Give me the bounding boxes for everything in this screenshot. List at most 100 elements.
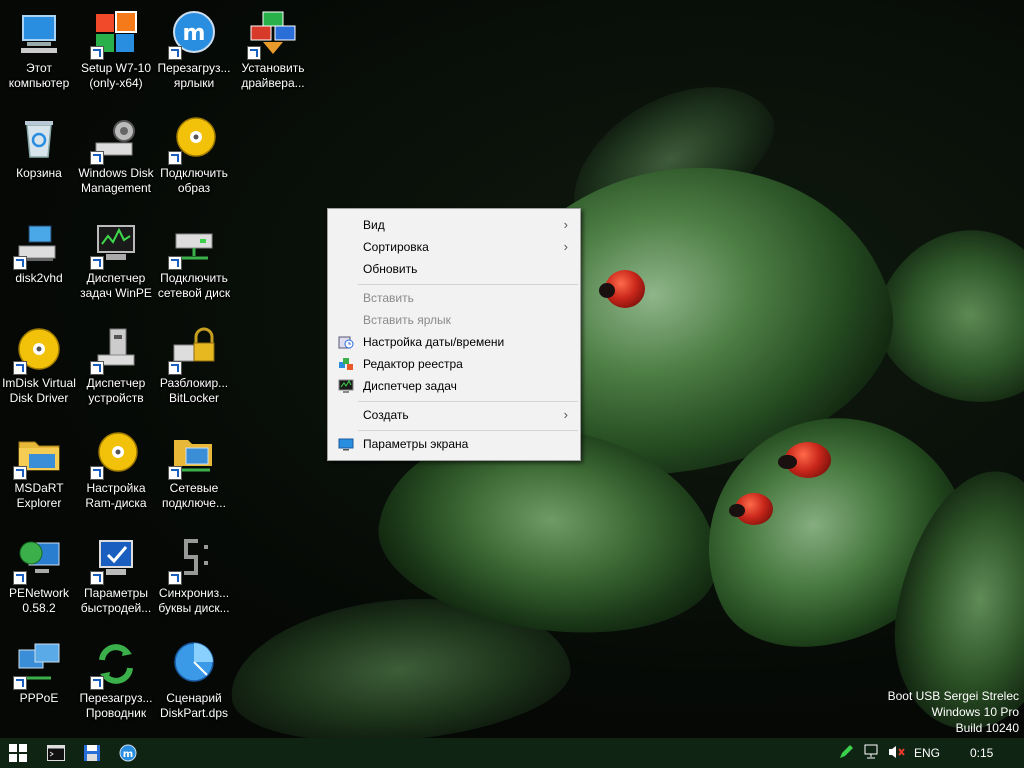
shortcut-arrow-icon	[247, 46, 261, 60]
menu-item-paste[interactable]: Вставить	[330, 287, 578, 309]
menu-item-label: Вставить ярлык	[363, 313, 451, 327]
desktop-icon-setup-w7-10[interactable]: Setup W7-10 (only-x64)	[77, 10, 155, 91]
desktop-icon-imdisk[interactable]: ImDisk Virtual Disk Driver	[0, 325, 78, 406]
display-icon	[338, 438, 354, 451]
start-button[interactable]	[0, 738, 36, 768]
desktop-icon-refresh-shortcuts[interactable]: m Перезагруз... ярлыки	[155, 10, 233, 91]
menu-separator	[358, 284, 578, 285]
shortcut-arrow-icon	[90, 46, 104, 60]
desktop-icon-disk-management[interactable]: Windows Disk Management	[77, 115, 155, 196]
shortcut-arrow-icon	[13, 466, 27, 480]
watermark-line: Build 10240	[955, 721, 1019, 735]
pen-icon	[840, 745, 853, 758]
desktop-icon-label: ImDisk Virtual Disk Driver	[2, 376, 76, 405]
menu-item-view[interactable]: Вид ›	[330, 214, 578, 236]
desktop-icon-label: Подключить сетевой диск	[157, 271, 231, 300]
desktop-icon-sync-drive-letters[interactable]: Синхрониз... буквы диск...	[155, 535, 233, 616]
windows-logo-icon	[9, 744, 27, 762]
desktop-icon-restart-explorer[interactable]: Перезагруз... Проводник	[77, 640, 155, 721]
shortcut-arrow-icon	[168, 571, 182, 585]
desktop-icon-label: Разблокир... BitLocker	[159, 376, 229, 405]
desktop-icon-bitlocker-unlock[interactable]: Разблокир... BitLocker	[155, 325, 233, 406]
desktop-icon-diskpart-script[interactable]: Сценарий DiskPart.dps	[155, 640, 233, 721]
desktop-icon-label: Параметры быстродей...	[80, 586, 152, 615]
chevron-right-icon: ›	[563, 239, 568, 254]
recycle-bin-icon	[25, 121, 53, 158]
menu-item-label: Вставить	[363, 291, 414, 305]
menu-item-sort[interactable]: Сортировка ›	[330, 236, 578, 258]
desktop-icon-device-manager[interactable]: Диспетчер устройств	[77, 325, 155, 406]
build-watermark: Boot USB Sergei Strelec Windows 10 Pro B…	[888, 688, 1019, 736]
task-manager-icon	[338, 379, 354, 393]
computer-icon	[21, 15, 57, 53]
shortcut-arrow-icon	[168, 466, 182, 480]
desktop-icon-install-drivers[interactable]: Установить драйвера...	[234, 10, 312, 91]
watermark-line: Boot USB Sergei Strelec	[887, 689, 1019, 703]
desktop-icon-ramdisk-settings[interactable]: Настройка Ram-диска	[77, 430, 155, 511]
desktop-icon-label: Подключить образ	[160, 166, 228, 195]
desktop-icon-msdart-explorer[interactable]: MSDaRT Explorer	[0, 430, 78, 511]
datetime-icon	[338, 336, 354, 349]
shortcut-arrow-icon	[13, 676, 27, 690]
shortcut-arrow-icon	[168, 46, 182, 60]
taskbar-save-button[interactable]	[74, 738, 110, 768]
tray-volume-icon-wrap[interactable]	[888, 744, 906, 762]
desktop-icon-recycle-bin[interactable]: Корзина	[0, 115, 78, 181]
menu-item-paste-shortcut[interactable]: Вставить ярлык	[330, 309, 578, 331]
network-icon	[864, 744, 878, 759]
desktop-icon-label: Настройка Ram-диска	[85, 481, 147, 510]
shortcut-arrow-icon	[90, 361, 104, 375]
save-icon	[84, 745, 100, 761]
taskbar-clock[interactable]: 0:15	[970, 738, 993, 768]
shortcut-arrow-icon	[168, 361, 182, 375]
tray-pen-icon-wrap[interactable]	[838, 744, 854, 762]
desktop-icon-label: Синхрониз... буквы диск...	[158, 586, 230, 615]
ladybug	[599, 270, 645, 308]
cmd-icon	[47, 745, 65, 761]
menu-item-label: Создать	[363, 408, 409, 422]
chevron-right-icon: ›	[563, 217, 568, 232]
taskbar-mobaxterm-button[interactable]: m	[110, 738, 146, 768]
shortcut-arrow-icon	[13, 256, 27, 270]
desktop-icon-task-manager-winpe[interactable]: Диспетчер задач WinPE	[77, 220, 155, 301]
taskbar: m ENG 0:15	[0, 738, 1024, 768]
shortcut-arrow-icon	[90, 571, 104, 585]
language-indicator[interactable]: ENG	[914, 738, 940, 768]
shortcut-arrow-icon	[13, 571, 27, 585]
desktop-icon-label: disk2vhd	[15, 271, 63, 285]
desktop-icon-pppoe[interactable]: PPPoE	[0, 640, 78, 706]
menu-item-label: Настройка даты/времени	[363, 335, 505, 349]
svg-text:m: m	[183, 21, 206, 46]
tray-network-icon-wrap[interactable]	[864, 744, 882, 762]
desktop-icon-label: Этот компьютер	[8, 61, 70, 90]
menu-item-label: Диспетчер задач	[363, 379, 457, 393]
menu-item-task-manager[interactable]: Диспетчер задач	[330, 375, 578, 397]
shortcut-arrow-icon	[90, 151, 104, 165]
chevron-right-icon: ›	[563, 407, 568, 422]
ladybug	[778, 442, 831, 478]
desktop-icon-disk2vhd[interactable]: disk2vhd	[0, 220, 78, 286]
ladybug	[729, 493, 773, 525]
menu-item-registry-editor[interactable]: Редактор реестра	[330, 353, 578, 375]
desktop-icon-network-connections[interactable]: Сетевые подключе...	[155, 430, 233, 511]
desktop-icon-mount-image[interactable]: Подключить образ	[155, 115, 233, 196]
desktop-icon-network-drive[interactable]: Подключить сетевой диск	[155, 220, 233, 301]
desktop-icon-label: Установить драйвера...	[241, 61, 305, 90]
menu-item-refresh[interactable]: Обновить	[330, 258, 578, 280]
svg-text:m: m	[123, 749, 133, 760]
desktop-icon-penetwork[interactable]: PENetwork 0.58.2	[0, 535, 78, 616]
menu-item-datetime-settings[interactable]: Настройка даты/времени	[330, 331, 578, 353]
desktop-icon-this-pc[interactable]: Этот компьютер	[0, 10, 78, 91]
menu-item-label: Параметры экрана	[363, 437, 469, 451]
desktop-icon-label: Перезагруз... Проводник	[79, 691, 153, 720]
desktop-icon-label: PENetwork 0.58.2	[8, 586, 70, 615]
menu-item-label: Сортировка	[363, 240, 429, 254]
desktop-icon-label: Перезагруз... ярлыки	[157, 61, 231, 90]
desktop-icon-label: Диспетчер задач WinPE	[80, 271, 152, 300]
shortcut-arrow-icon	[90, 676, 104, 690]
desktop-icon-performance-settings[interactable]: Параметры быстродей...	[77, 535, 155, 616]
menu-item-display-settings[interactable]: Параметры экрана	[330, 433, 578, 455]
menu-separator	[358, 401, 578, 402]
menu-item-new[interactable]: Создать ›	[330, 404, 578, 426]
taskbar-cmd-button[interactable]	[38, 738, 74, 768]
